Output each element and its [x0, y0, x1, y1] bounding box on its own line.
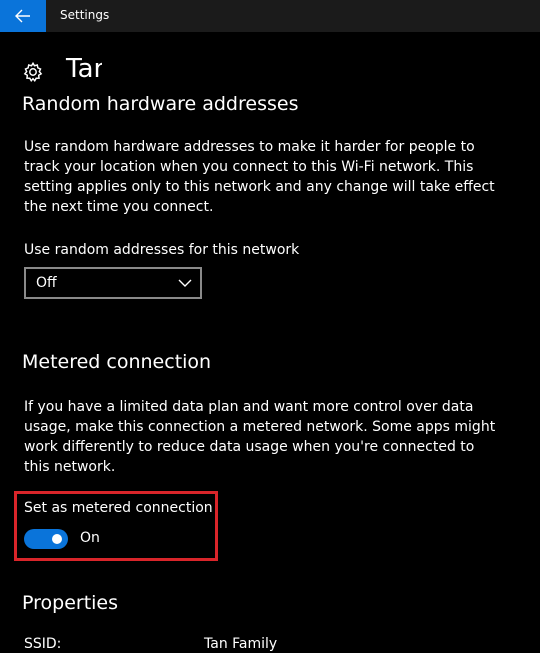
- metered-toggle-label: Set as metered connection: [24, 500, 213, 516]
- properties-section-title: Properties: [22, 592, 119, 614]
- ssid-value: Tan Family: [204, 636, 278, 652]
- random-hw-section-title: Random hardware addresses: [22, 93, 299, 115]
- back-button[interactable]: [0, 0, 46, 32]
- page-header: Tan Family: [22, 56, 102, 90]
- app-title: Settings: [60, 8, 110, 22]
- metered-description: If you have a limited data plan and want…: [24, 399, 496, 475]
- random-hw-description: Use random hardware addresses to make it…: [24, 139, 495, 215]
- title-bar: Settings: [0, 0, 540, 32]
- chevron-down-icon: [178, 279, 192, 287]
- toggle-state-text: On: [80, 530, 100, 546]
- metered-section-title: Metered connection: [22, 351, 212, 373]
- gear-icon: [23, 61, 43, 82]
- dropdown-selected-value: Off: [36, 275, 57, 291]
- metered-toggle[interactable]: [24, 529, 68, 549]
- ssid-label: SSID:: [24, 636, 62, 652]
- toggle-knob: [52, 534, 62, 544]
- page-title: Tan Family: [66, 56, 102, 84]
- random-addresses-dropdown[interactable]: Off: [24, 267, 202, 299]
- back-arrow-icon: [15, 9, 30, 23]
- random-addresses-label: Use random addresses for this network: [24, 242, 300, 258]
